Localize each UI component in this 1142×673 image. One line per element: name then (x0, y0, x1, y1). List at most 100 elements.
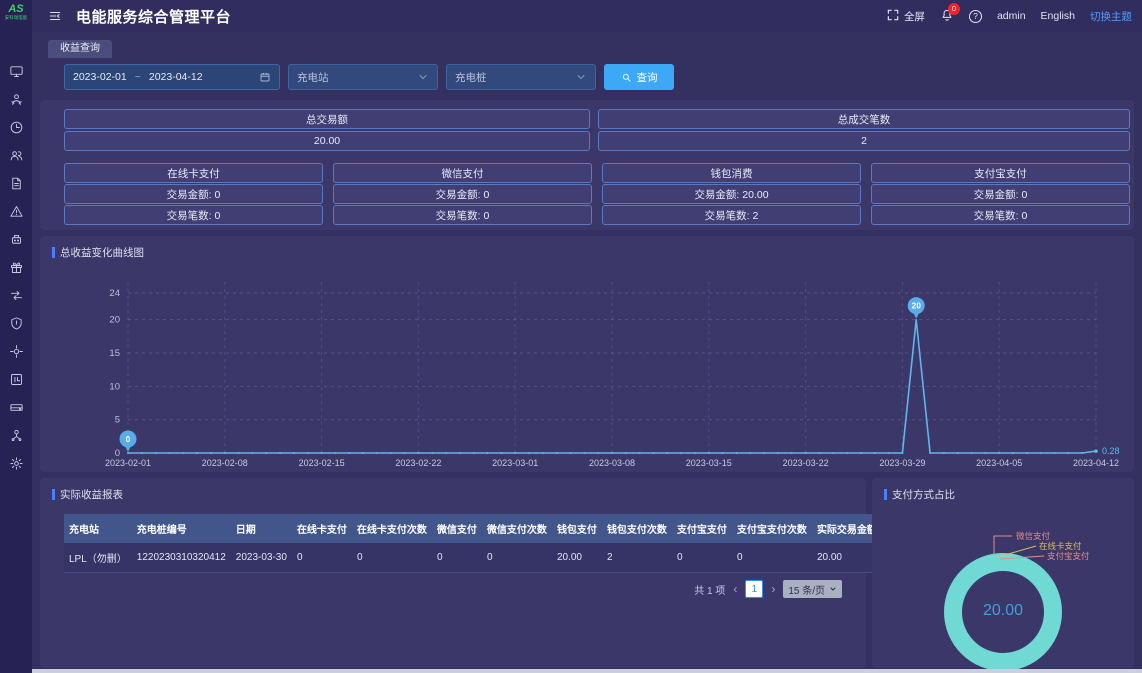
search-icon (621, 72, 632, 83)
donut-center-value: 20.00 (963, 602, 1043, 620)
next-page-button[interactable]: › (771, 582, 775, 596)
y-axis-label: 15 (109, 348, 120, 359)
pile-select[interactable]: 充电桩 (446, 64, 596, 90)
shuffle-icon (9, 288, 24, 303)
payment-share-panel: 支付方式占比 20.00 微信支付在线卡支付支付宝支付 (872, 478, 1134, 668)
query-button[interactable]: 查询 (604, 64, 674, 90)
payment-count: 交易笔数: 0 (333, 205, 592, 225)
chart-title: 总收益变化曲线图 (60, 245, 144, 260)
end-point (1094, 449, 1098, 453)
notification-badge: 0 (948, 3, 960, 15)
callout-label: 微信支付 (1016, 531, 1051, 541)
title-accent-bar (52, 247, 55, 258)
report-title-row: 实际收益报表 (52, 487, 123, 502)
theme-switch-link[interactable]: 切换主题 (1090, 9, 1132, 24)
sidebar-item-gift[interactable] (0, 253, 32, 281)
sidebar: AS 安科瑞电能 (0, 0, 32, 673)
chevron-down-icon (575, 71, 587, 83)
users-icon (9, 148, 24, 163)
table-cell: 1220230310320412 (132, 543, 231, 573)
horizontal-scrollbar[interactable] (32, 669, 1142, 673)
payment-count: 交易笔数: 2 (602, 205, 861, 225)
payment-card-title: 支付宝支付 (871, 163, 1130, 183)
sidebar-item-time[interactable] (0, 113, 32, 141)
payment-card-online: 在线卡支付 交易金额: 0 交易笔数: 0 (64, 163, 323, 226)
payment-amount: 交易金额: 0 (871, 184, 1130, 204)
page-number-button[interactable]: 1 (745, 580, 763, 598)
chevron-down-icon (829, 585, 837, 593)
prev-page-button[interactable]: ‹ (733, 582, 737, 596)
monitor-icon (9, 64, 24, 79)
x-axis-label: 2023-03-22 (783, 458, 829, 468)
sidebar-item-monitor[interactable] (0, 57, 32, 85)
chevron-down-icon (417, 71, 429, 83)
total-amount-value: 20.00 (64, 131, 590, 151)
station-select[interactable]: 充电站 (288, 64, 438, 90)
tab-revenue-query[interactable]: 收益查询 (48, 40, 112, 58)
payment-count: 交易笔数: 0 (871, 205, 1130, 225)
total-amount-card: 总交易额 20.00 (64, 109, 590, 153)
notifications-button[interactable]: 0 (940, 8, 954, 25)
sidebar-item-shuffle[interactable] (0, 281, 32, 309)
table-cell: 2023-03-30 (231, 543, 292, 573)
logo-text: AS (0, 3, 32, 15)
column-header: 充电站 (64, 514, 132, 543)
app-logo[interactable]: AS 安科瑞电能 (0, 0, 32, 32)
shield-icon (9, 316, 24, 331)
username[interactable]: admin (997, 10, 1026, 22)
payment-amount: 交易金额: 20.00 (602, 184, 861, 204)
logo-subtext: 安科瑞电能 (2, 15, 31, 21)
page-size-select[interactable]: 15 条/页 (783, 580, 842, 598)
language-switch[interactable]: English (1041, 10, 1075, 22)
x-axis-label: 2023-02-08 (202, 458, 248, 468)
sidebar-item-agent[interactable] (0, 85, 32, 113)
chart-title-row: 总收益变化曲线图 (52, 245, 144, 260)
end-value-label: 0.28 (1102, 446, 1120, 456)
sidebar-item-storage[interactable] (0, 393, 32, 421)
payment-card-title: 钱包消费 (602, 163, 861, 183)
filter-bar: 2023-02-01 ~ 2023-04-12 充电站 充电桩 查询 (32, 59, 1142, 97)
x-axis-label: 2023-04-12 (1073, 458, 1119, 468)
fullscreen-button[interactable]: 全屏 (886, 8, 925, 25)
calendar-icon (259, 71, 271, 83)
table-cell: 20.00 (552, 543, 602, 573)
app-window: AS 安科瑞电能 电能服务综合管理平台 全屏 0 ? admin English… (0, 0, 1142, 673)
sidebar-item-document[interactable] (0, 169, 32, 197)
sidebar-item-settings[interactable] (0, 449, 32, 477)
column-header: 支付宝支付次数 (732, 514, 812, 543)
y-axis-label: 5 (115, 415, 120, 426)
alert-icon (9, 204, 24, 219)
total-count-value: 2 (598, 131, 1130, 151)
sidebar-item-shield[interactable] (0, 309, 32, 337)
fullscreen-label: 全屏 (904, 9, 925, 24)
pagination: 共 1 项 ‹ 1 › 15 条/页 (694, 580, 842, 598)
help-icon[interactable]: ? (969, 10, 982, 23)
table-row[interactable]: LPL（勿删）12202303103204122023-03-30000020.… (64, 543, 932, 573)
payment-amount: 交易金额: 0 (333, 184, 592, 204)
query-button-label: 查询 (637, 70, 658, 85)
menu-fold-icon[interactable] (48, 9, 62, 23)
column-header: 支付宝支付 (672, 514, 732, 543)
revenue-chart-panel: 总收益变化曲线图 05101520242023-02-012023-02-082… (40, 236, 1134, 472)
time-icon (9, 120, 24, 135)
sidebar-item-robot[interactable] (0, 225, 32, 253)
billing-icon (9, 372, 24, 387)
table-cell: 2 (602, 543, 672, 573)
sidebar-item-org[interactable] (0, 421, 32, 449)
callout-label: 在线卡支付 (1039, 541, 1082, 551)
sidebar-item-control[interactable] (0, 337, 32, 365)
sidebar-item-alert[interactable] (0, 197, 32, 225)
agent-icon (9, 92, 24, 107)
sidebar-item-users[interactable] (0, 141, 32, 169)
sidebar-item-billing[interactable] (0, 365, 32, 393)
payment-card-alipay: 支付宝支付 交易金额: 0 交易笔数: 0 (871, 163, 1130, 226)
column-header: 钱包支付 (552, 514, 602, 543)
robot-icon (9, 232, 24, 247)
gift-icon (9, 260, 24, 275)
report-title: 实际收益报表 (60, 487, 123, 502)
x-axis-label: 2023-02-15 (299, 458, 345, 468)
revenue-line-chart: 05101520242023-02-012023-02-082023-02-15… (40, 264, 1134, 470)
date-range-picker[interactable]: 2023-02-01 ~ 2023-04-12 (64, 64, 280, 90)
title-accent-bar (52, 489, 55, 500)
callout-line (1000, 556, 1044, 559)
